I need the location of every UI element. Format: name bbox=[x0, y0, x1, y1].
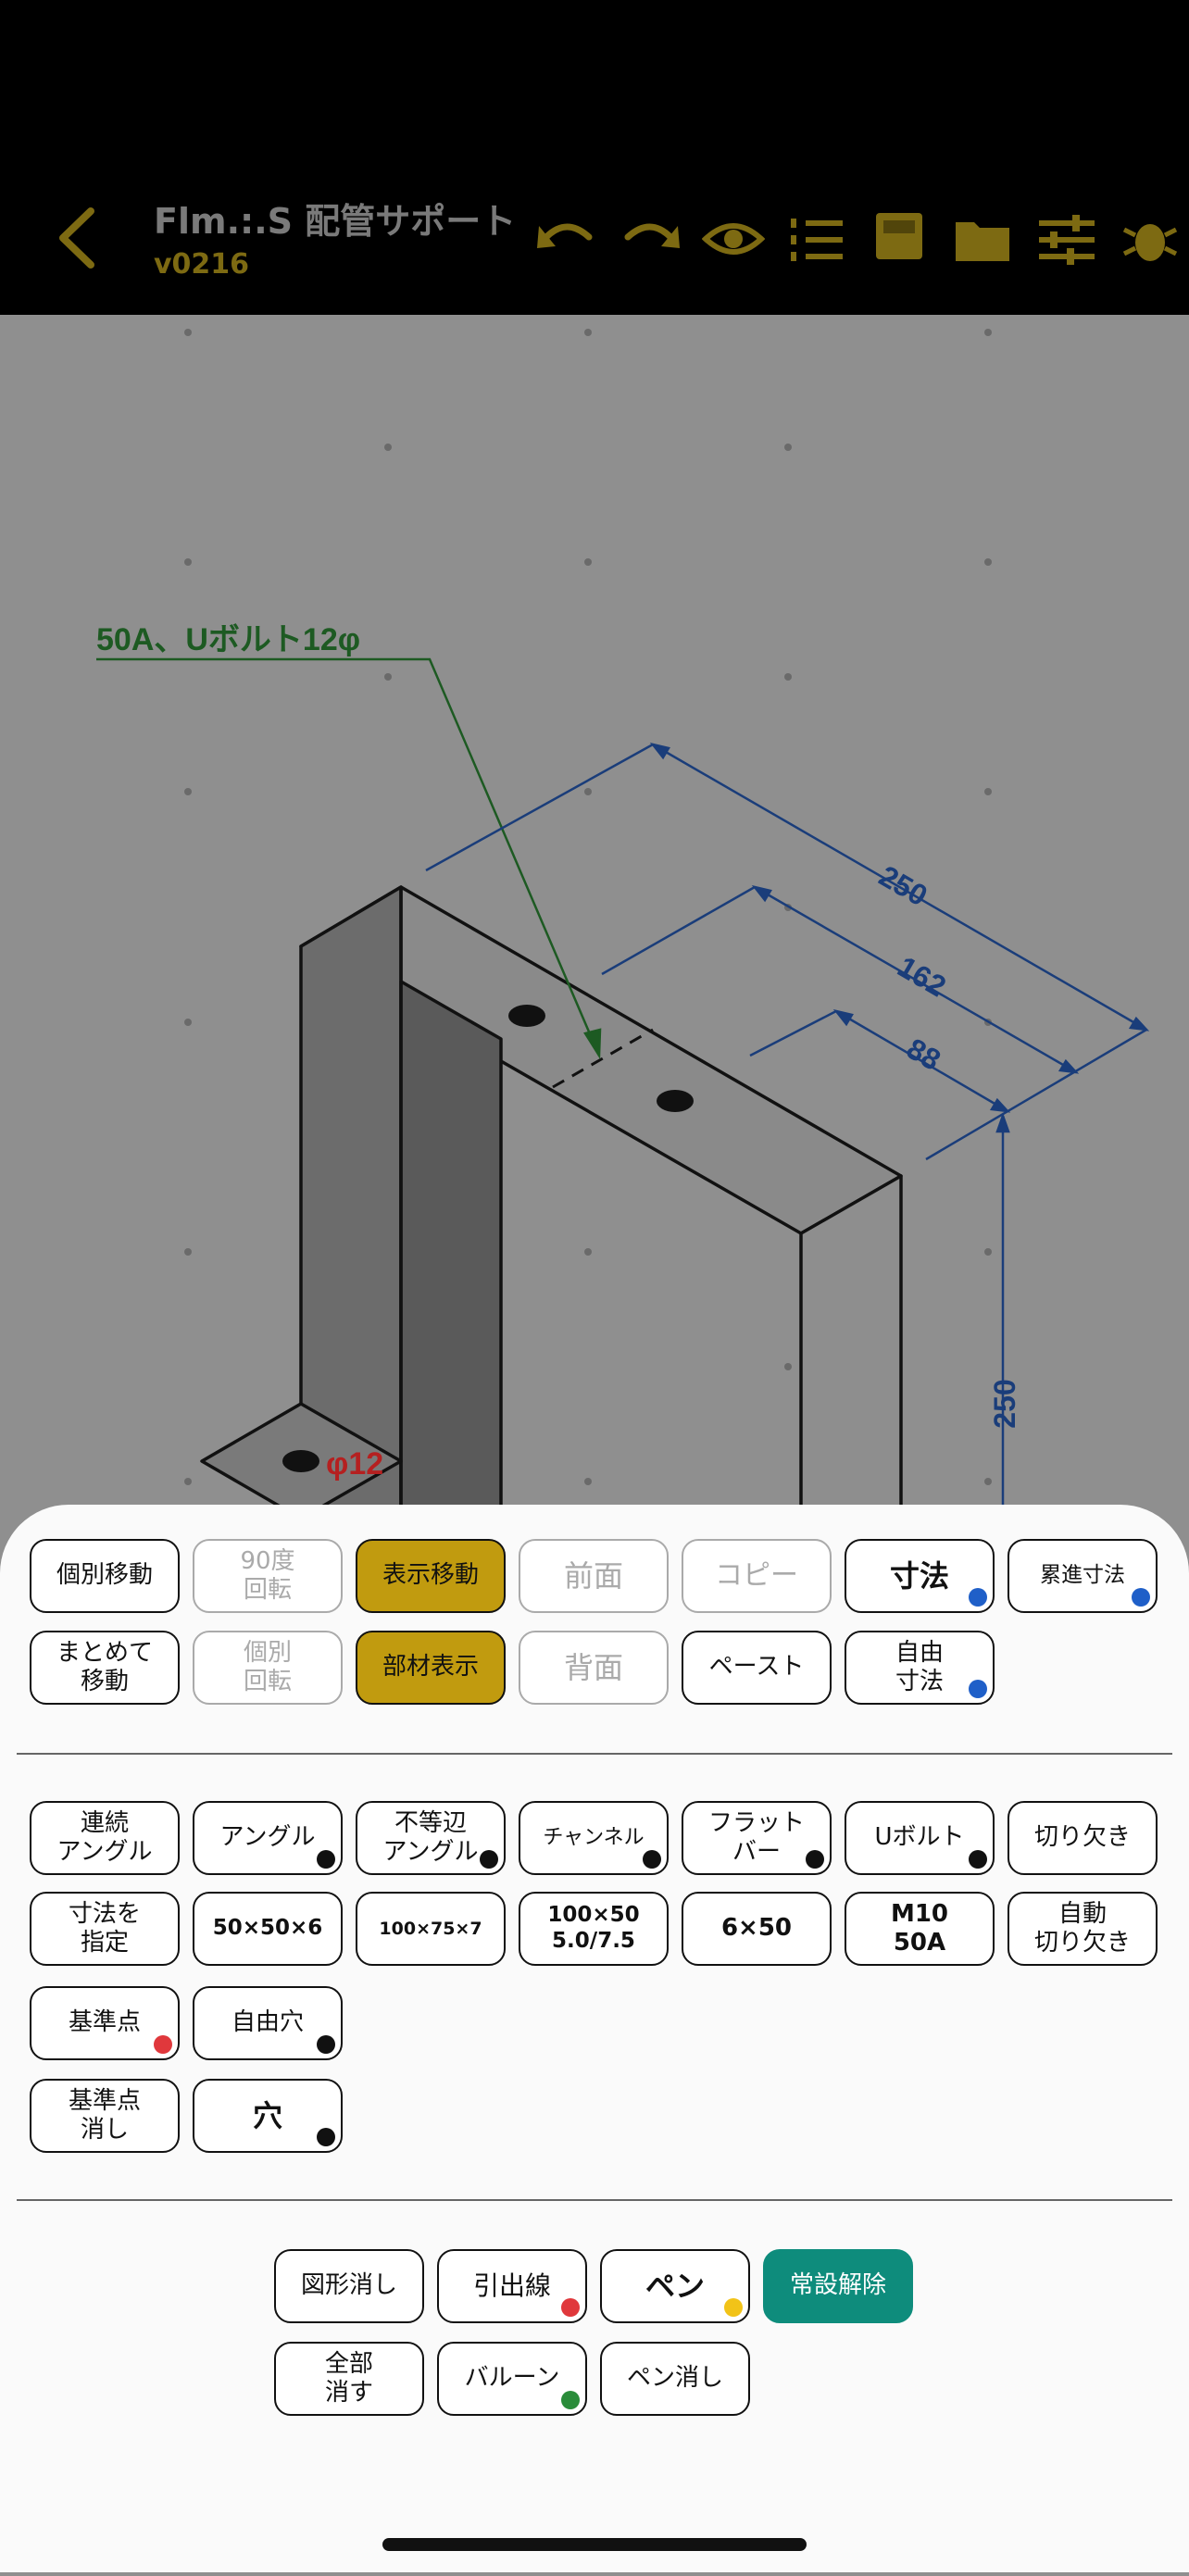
top-bar: Flm.:.S 配管サポート v0216 bbox=[0, 0, 1189, 315]
free-hole-button[interactable]: 自由穴 bbox=[193, 1986, 343, 2060]
m10-50a-button[interactable]: M10 50A bbox=[845, 1892, 995, 1966]
black-dot-indicator bbox=[317, 1850, 335, 1869]
dimension-label: 88 bbox=[901, 1032, 946, 1077]
undo-icon[interactable] bbox=[535, 209, 598, 269]
black-dot-indicator bbox=[317, 2035, 335, 2054]
document-title: Flm.:.S 配管サポート bbox=[154, 201, 517, 242]
hole-label: φ12 bbox=[326, 1446, 383, 1482]
cumulative-dimension-label: 累進寸法 bbox=[1040, 1563, 1125, 1588]
black-dot-indicator bbox=[480, 1850, 498, 1869]
redo-icon[interactable] bbox=[619, 209, 682, 269]
divider bbox=[17, 2199, 1172, 2201]
black-dot-indicator bbox=[969, 1850, 987, 1869]
bolt-hole bbox=[657, 1090, 694, 1112]
free-dimension-label: 自由 寸法 bbox=[895, 1638, 944, 1695]
free-dimension-button[interactable]: 自由 寸法 bbox=[845, 1631, 995, 1705]
copy-button[interactable]: コピー bbox=[682, 1539, 832, 1613]
folder-icon[interactable] bbox=[952, 209, 1015, 269]
leader-label: 50A、Uボルト12φ bbox=[96, 622, 360, 657]
back-face-button[interactable]: 背面 bbox=[519, 1631, 669, 1705]
flat-bar-label: フラット バー bbox=[707, 1808, 805, 1866]
notch-button[interactable]: 切り欠き bbox=[1008, 1801, 1158, 1875]
bug-icon[interactable] bbox=[1119, 209, 1182, 269]
rotate-90-button[interactable]: 90度 回転 bbox=[193, 1539, 343, 1613]
unequal-angle-button[interactable]: 不等辺 アングル bbox=[356, 1801, 506, 1875]
leader-line-label: 引出線 bbox=[472, 2270, 551, 2302]
u-bolt-label: Uボルト bbox=[874, 1823, 965, 1852]
dimension-button[interactable]: 寸法 bbox=[845, 1539, 995, 1613]
individual-move-button[interactable]: 個別移動 bbox=[30, 1539, 180, 1613]
group-move-button[interactable]: まとめて 移動 bbox=[30, 1631, 180, 1705]
app-root: 50A、Uボルト12φ φ12 250 162 88 250 Flm.:.S 配… bbox=[0, 0, 1189, 2572]
dimension-button-label: 寸法 bbox=[889, 1557, 949, 1594]
blue-dot-indicator bbox=[969, 1588, 987, 1607]
erase-shape-button[interactable]: 図形消し bbox=[274, 2249, 424, 2323]
black-dot-indicator bbox=[317, 2128, 335, 2146]
hole-label: 穴 bbox=[252, 2097, 282, 2133]
paste-button[interactable]: ペースト bbox=[682, 1631, 832, 1705]
base-hole bbox=[282, 1450, 319, 1472]
erase-all-button[interactable]: 全部 消す bbox=[274, 2342, 424, 2416]
pen-button[interactable]: ペン bbox=[600, 2249, 750, 2323]
blue-dot-indicator bbox=[1132, 1588, 1150, 1607]
black-dot-indicator bbox=[643, 1850, 661, 1869]
divider bbox=[17, 1753, 1172, 1755]
back-chevron-icon[interactable] bbox=[54, 206, 100, 270]
angle-label: アングル bbox=[219, 1823, 316, 1852]
sliders-icon[interactable] bbox=[1035, 209, 1098, 269]
reference-point-button[interactable]: 基準点 bbox=[30, 1986, 180, 2060]
blue-dot-indicator bbox=[969, 1680, 987, 1698]
balloon-button[interactable]: バルーン bbox=[437, 2342, 587, 2416]
erase-reference-point-button[interactable]: 基準点 消し bbox=[30, 2079, 180, 2153]
green-dot-indicator bbox=[561, 2391, 580, 2409]
specify-dimension-button[interactable]: 寸法を 指定 bbox=[30, 1892, 180, 1966]
cumulative-dimension-button[interactable]: 累進寸法 bbox=[1008, 1539, 1158, 1613]
bolt-hole bbox=[508, 1005, 545, 1027]
red-dot-indicator bbox=[154, 2035, 172, 2054]
support-body bbox=[200, 885, 903, 1520]
continuous-angle-button[interactable]: 連続 アングル bbox=[30, 1801, 180, 1875]
auto-notch-button[interactable]: 自動 切り欠き bbox=[1008, 1892, 1158, 1966]
unequal-angle-label: 不等辺 アングル bbox=[382, 1808, 479, 1866]
hole-button[interactable]: 穴 bbox=[193, 2079, 343, 2153]
reference-point-label: 基準点 bbox=[68, 2008, 141, 2037]
yellow-dot-indicator bbox=[724, 2298, 743, 2317]
channel-label: チャンネル bbox=[543, 1825, 645, 1849]
front-button[interactable]: 前面 bbox=[519, 1539, 669, 1613]
red-dot-indicator bbox=[561, 2298, 580, 2317]
control-panel: 個別移動 90度 回転 表示移動 前面 コピー 寸法 累進寸法 まとめて 移動 … bbox=[0, 1505, 1189, 2572]
black-dot-indicator bbox=[806, 1850, 824, 1869]
erase-pen-button[interactable]: ペン消し bbox=[600, 2342, 750, 2416]
size-6x50-button[interactable]: 6×50 bbox=[682, 1892, 832, 1966]
dimension-label: 250 bbox=[873, 859, 932, 913]
pen-label: ペン bbox=[645, 2268, 705, 2304]
angle-button[interactable]: アングル bbox=[193, 1801, 343, 1875]
balloon-label: バルーン bbox=[464, 2364, 560, 2393]
home-indicator bbox=[382, 2538, 807, 2551]
pdf-icon[interactable] bbox=[869, 209, 932, 269]
size-100x75x7-button[interactable]: 100×75×7 bbox=[356, 1892, 506, 1966]
free-hole-label: 自由穴 bbox=[231, 2008, 304, 2037]
leader-line-button[interactable]: 引出線 bbox=[437, 2249, 587, 2323]
size-100x50-button[interactable]: 100×50 5.0/7.5 bbox=[519, 1892, 669, 1966]
numbered-list-icon[interactable] bbox=[785, 209, 848, 269]
dimension-label: 250 bbox=[988, 1379, 1021, 1428]
size-50x50x6-button[interactable]: 50×50×6 bbox=[193, 1892, 343, 1966]
individual-rotate-button[interactable]: 個別 回転 bbox=[193, 1631, 343, 1705]
release-permanent-button[interactable]: 常設解除 bbox=[763, 2249, 913, 2323]
member-display-button[interactable]: 部材表示 bbox=[356, 1631, 506, 1705]
u-bolt-button[interactable]: Uボルト bbox=[845, 1801, 995, 1875]
eye-icon[interactable] bbox=[702, 209, 765, 269]
flat-bar-button[interactable]: フラット バー bbox=[682, 1801, 832, 1875]
display-move-button[interactable]: 表示移動 bbox=[356, 1539, 506, 1613]
version-label: v0216 bbox=[154, 248, 250, 281]
channel-button[interactable]: チャンネル bbox=[519, 1801, 669, 1875]
